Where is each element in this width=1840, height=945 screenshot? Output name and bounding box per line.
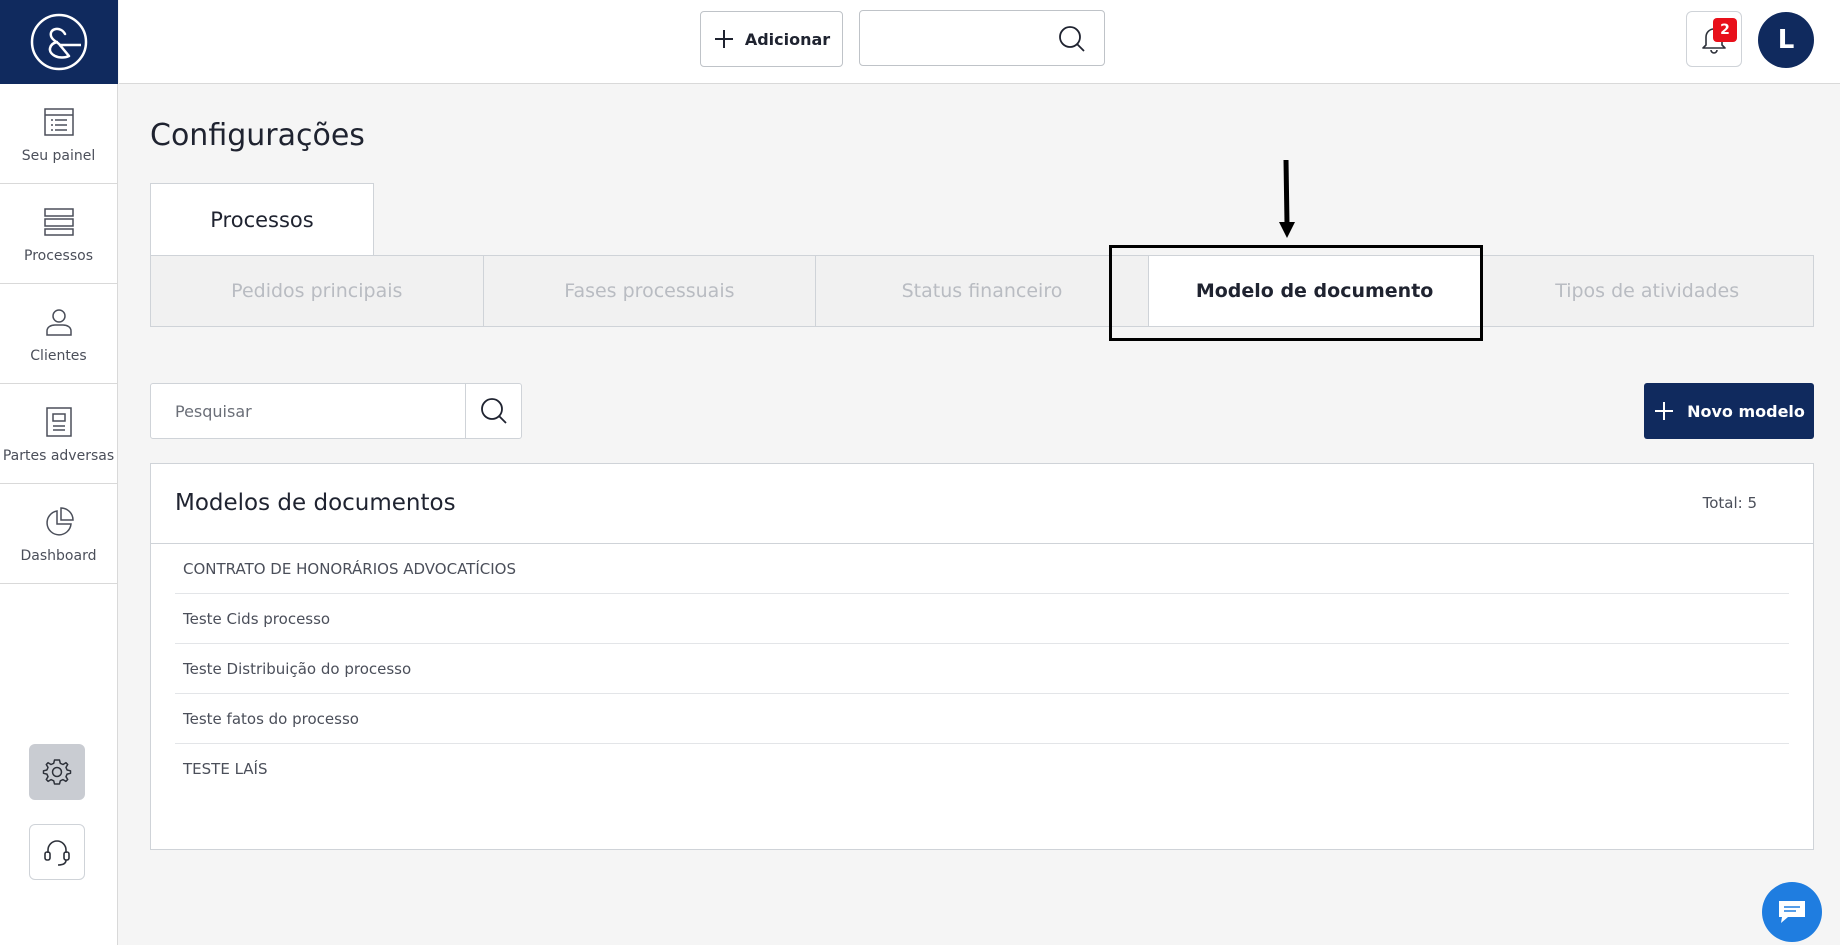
avatar[interactable]: L [1758,12,1814,68]
subtab-modelo-de-documento[interactable]: Modelo de documento [1148,256,1482,326]
tab-processos[interactable]: Processos [150,183,374,255]
sidebar-item-seu-painel[interactable]: Seu painel [0,84,117,184]
add-button[interactable]: Adicionar [700,11,843,67]
headset-icon [44,840,70,866]
dashboard-panel-icon [41,104,77,140]
subtab-status-financeiro[interactable]: Status financeiro [816,256,1149,326]
document-icon [41,404,77,440]
app-logo[interactable] [0,0,118,84]
pie-chart-icon [41,504,77,540]
plus-icon [1655,402,1674,420]
top-bar: Adicionar 2 L [119,0,1840,84]
search-icon[interactable] [1058,25,1086,57]
annotation-arrow-icon [1279,159,1295,238]
stack-icon [41,204,77,240]
list-item[interactable]: Teste Distribuição do processo [175,644,1789,694]
subtab-tipos-de-atividades[interactable]: Tipos de atividades [1481,256,1813,326]
user-icon [41,304,77,340]
document-models-panel: Modelos de documentos Total: 5 CONTRATO … [150,463,1814,850]
list-item[interactable]: Teste fatos do processo [175,694,1789,744]
global-search-input[interactable] [859,10,1105,66]
sidebar-item-label: Seu painel [21,147,96,164]
ampersand-logo-icon [30,13,88,71]
support-button[interactable] [29,824,85,880]
panel-header: Modelos de documentos Total: 5 [151,464,1813,544]
notifications-button[interactable]: 2 [1686,11,1742,67]
list-item[interactable]: TESTE LAÍS [175,744,1789,794]
sidebar-item-dashboard[interactable]: Dashboard [0,484,117,584]
sidebar-item-label: Processos [24,247,93,264]
subtabs: Pedidos principais Fases processuais Sta… [150,255,1814,327]
sidebar-item-partes-adversas[interactable]: Partes adversas [0,384,117,484]
settings-button[interactable] [29,744,85,800]
model-search-input[interactable] [151,384,465,438]
new-model-label: Novo modelo [1687,401,1805,421]
gear-icon [42,759,72,785]
model-search-button[interactable] [465,384,521,438]
list-item[interactable]: CONTRATO DE HONORÁRIOS ADVOCATÍCIOS [175,544,1789,594]
model-search [150,383,522,439]
chat-bubble-icon [1779,901,1805,923]
panel-total-count: Total: 5 [1702,494,1757,512]
new-model-button[interactable]: Novo modelo [1644,383,1814,439]
sidebar: Seu painel Processos Clientes Partes adv… [0,0,118,945]
document-model-list: CONTRATO DE HONORÁRIOS ADVOCATÍCIOS Test… [151,544,1813,794]
sidebar-item-clientes[interactable]: Clientes [0,284,117,384]
page-title: Configurações [150,118,365,153]
chat-button[interactable] [1762,882,1822,942]
panel-title: Modelos de documentos [175,490,456,516]
subtab-fases-processuais[interactable]: Fases processuais [484,256,817,326]
search-icon [480,398,507,424]
sidebar-item-label: Partes adversas [2,447,115,464]
notification-badge: 2 [1713,18,1737,42]
list-item[interactable]: Teste Cids processo [175,594,1789,644]
add-button-label: Adicionar [744,29,831,49]
sidebar-item-label: Clientes [30,347,87,364]
sidebar-item-processos[interactable]: Processos [0,184,117,284]
sidebar-item-label: Dashboard [20,547,97,564]
subtab-pedidos-principais[interactable]: Pedidos principais [151,256,484,326]
plus-icon [714,30,733,48]
